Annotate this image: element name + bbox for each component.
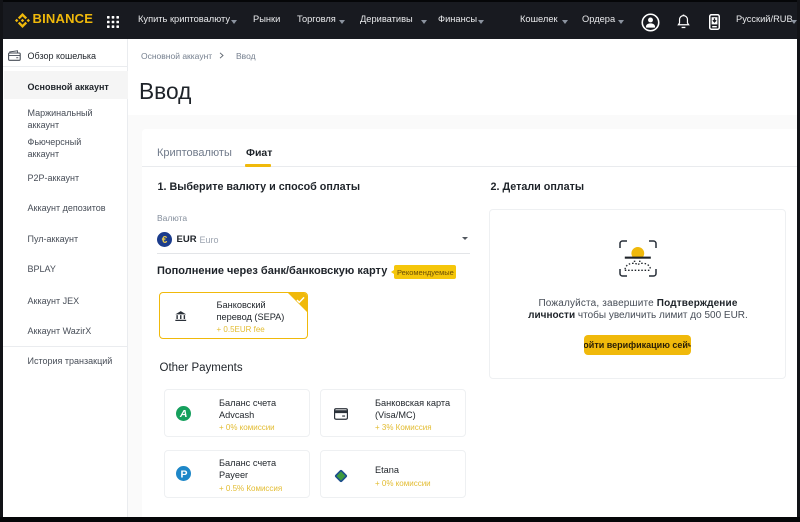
svg-text:A: A (179, 408, 188, 420)
svg-text:P: P (180, 468, 187, 480)
svg-text:€: € (162, 235, 168, 246)
